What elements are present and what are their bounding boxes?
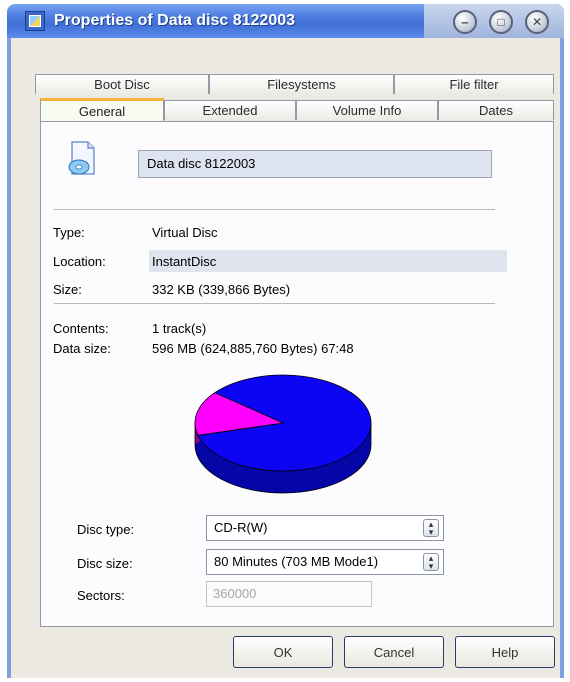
tab-extended[interactable]: Extended [164, 100, 296, 120]
type-label: Type: [53, 225, 85, 240]
spin-arrows-icon[interactable]: ▴ ▾ [423, 553, 439, 571]
disc-size-value: 80 Minutes (703 MB Mode1) [214, 554, 379, 569]
type-value: Virtual Disc [152, 225, 218, 240]
data-size-label: Data size: [53, 341, 111, 356]
close-icon: ✕ [531, 15, 543, 29]
spin-arrows-icon[interactable]: ▴ ▾ [423, 519, 439, 537]
disc-type-label: Disc type: [77, 522, 135, 537]
tab-general[interactable]: General [40, 98, 164, 122]
data-size-value: 596 MB (624,885,760 Bytes) 67:48 [152, 341, 354, 356]
minimize-button[interactable]: ‒ [453, 10, 477, 34]
tab-file-filter[interactable]: File filter [394, 74, 554, 94]
size-label: Size: [53, 282, 82, 297]
divider [54, 209, 495, 210]
tab-boot-disc[interactable]: Boot Disc [35, 74, 209, 94]
disc-type-select[interactable]: CD-R(W) ▴ ▾ [206, 515, 444, 541]
disc-size-label: Disc size: [77, 556, 133, 571]
disc-type-value: CD-R(W) [214, 520, 268, 535]
disc-name-field[interactable]: Data disc 8122003 [138, 150, 492, 178]
divider [54, 303, 495, 304]
contents-label: Contents: [53, 321, 109, 336]
maximize-icon: □ [497, 15, 505, 29]
disc-file-icon [68, 141, 95, 175]
window-title: Properties of Data disc 8122003 [54, 12, 296, 29]
size-value: 332 KB (339,866 Bytes) [152, 282, 291, 297]
sectors-field: 360000 [206, 581, 372, 607]
disc-usage-pie-chart [194, 374, 372, 494]
title-bar[interactable]: Properties of Data disc 8122003 ‒ □ ✕ [7, 4, 564, 38]
app-icon [25, 11, 45, 31]
sectors-label: Sectors: [77, 588, 125, 603]
cancel-button[interactable]: Cancel [344, 636, 444, 668]
location-value: InstantDisc [152, 254, 217, 269]
minimize-icon: ‒ [461, 15, 469, 29]
help-button[interactable]: Help [455, 636, 555, 668]
tab-dates[interactable]: Dates [438, 100, 554, 120]
contents-value: 1 track(s) [152, 321, 207, 336]
tab-volume-info[interactable]: Volume Info [296, 100, 438, 120]
disc-size-select[interactable]: 80 Minutes (703 MB Mode1) ▴ ▾ [206, 549, 444, 575]
maximize-button[interactable]: □ [489, 10, 513, 34]
tab-filesystems[interactable]: Filesystems [209, 74, 394, 94]
ok-button[interactable]: OK [233, 636, 333, 668]
location-label: Location: [53, 254, 106, 269]
close-button[interactable]: ✕ [525, 10, 549, 34]
